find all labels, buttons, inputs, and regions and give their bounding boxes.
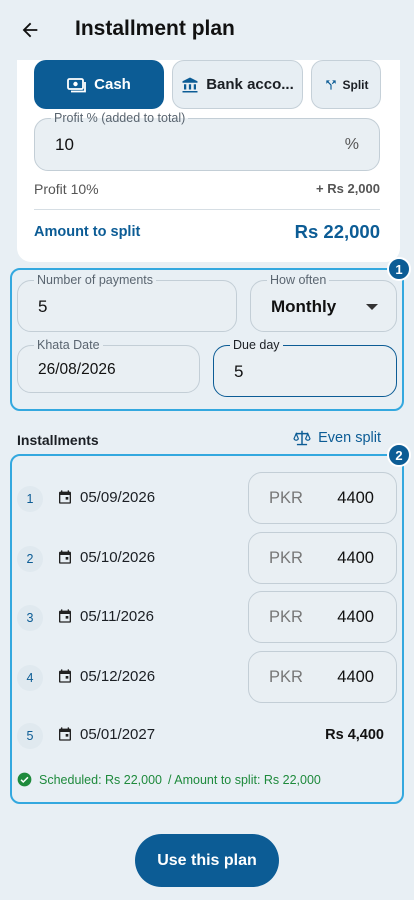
amount-to-split-value: Rs 22,000 bbox=[294, 221, 380, 242]
app-bar: Installment plan bbox=[0, 0, 414, 60]
payment-card: Cash Bank acco... Split Profit % (added … bbox=[17, 54, 400, 262]
scheduled-text: Scheduled: Rs 22,000 bbox=[39, 772, 163, 787]
currency-prefix: PKR bbox=[269, 608, 303, 626]
even-split-label: Even split bbox=[318, 430, 381, 446]
scheduled-summary: Scheduled: Rs 22,000 / Amount to split: … bbox=[17, 772, 321, 787]
calendar-icon bbox=[57, 608, 73, 624]
amount-to-split-text: / Amount to split: Rs 22,000 bbox=[168, 772, 321, 787]
khata-date-field[interactable]: Khata Date 26/08/2026 bbox=[17, 338, 200, 393]
calendar-icon bbox=[57, 549, 73, 565]
bank-icon bbox=[181, 76, 199, 94]
split-icon bbox=[324, 77, 338, 93]
even-split-button[interactable]: Even split bbox=[293, 430, 381, 446]
profit-percent-value: 10 bbox=[55, 135, 74, 154]
annotation-badge-2: 2 bbox=[387, 443, 411, 467]
arrow-left-icon bbox=[22, 22, 38, 38]
payment-option-split[interactable]: Split bbox=[311, 60, 381, 109]
profit-summary-value: + Rs 2,000 bbox=[316, 181, 380, 196]
due-day-field[interactable]: Due day 5 bbox=[213, 338, 397, 397]
calendar-icon bbox=[57, 726, 73, 742]
due-day-label: Due day bbox=[230, 338, 283, 352]
frequency-select[interactable]: How often Monthly bbox=[250, 273, 397, 332]
percent-unit: % bbox=[344, 136, 359, 153]
installment-index: 2 bbox=[17, 546, 43, 572]
installment-index: 5 bbox=[17, 723, 43, 749]
installment-amount-value: 4400 bbox=[337, 549, 374, 567]
installment-amount-field[interactable]: PKR 4400 bbox=[248, 591, 397, 643]
calendar-icon bbox=[57, 668, 73, 684]
installments-title: Installments bbox=[17, 432, 99, 448]
installment-date: 05/12/2026 bbox=[80, 668, 156, 685]
installment-index: 1 bbox=[17, 486, 43, 512]
installment-amount-field[interactable]: PKR 4400 bbox=[248, 472, 397, 524]
divider bbox=[34, 209, 380, 210]
currency-prefix: PKR bbox=[269, 668, 303, 686]
installment-row-final: 5 05/01/2027 Rs 4,400 bbox=[17, 709, 397, 761]
dropdown-caret-icon bbox=[366, 304, 378, 310]
check-circle-icon bbox=[17, 772, 32, 787]
annotation-badge-1: 1 bbox=[387, 257, 411, 281]
number-of-payments-label: Number of payments bbox=[34, 273, 157, 287]
frequency-label: How often bbox=[267, 273, 330, 287]
payment-option-label: Bank acco... bbox=[206, 76, 294, 93]
cash-icon bbox=[67, 77, 87, 93]
installment-amount-field[interactable]: PKR 4400 bbox=[248, 651, 397, 703]
payment-option-cash[interactable]: Cash bbox=[34, 60, 164, 109]
profit-summary-label: Profit 10% bbox=[34, 181, 99, 197]
balance-scale-icon bbox=[293, 430, 311, 446]
payment-option-label: Split bbox=[342, 77, 369, 92]
installment-date: 05/09/2026 bbox=[80, 489, 156, 506]
number-of-payments-field[interactable]: Number of payments 5 bbox=[17, 273, 237, 332]
installment-index: 3 bbox=[17, 605, 43, 631]
back-button[interactable] bbox=[14, 14, 46, 46]
calendar-icon bbox=[57, 489, 73, 505]
installment-date: 05/10/2026 bbox=[80, 549, 156, 566]
currency-prefix: PKR bbox=[269, 489, 303, 507]
amount-to-split-label: Amount to split bbox=[34, 224, 141, 240]
payment-option-bank[interactable]: Bank acco... bbox=[172, 60, 303, 109]
due-day-value: 5 bbox=[234, 362, 244, 381]
installment-row: 2 05/10/2026 PKR 4400 bbox=[17, 532, 397, 584]
number-of-payments-value: 5 bbox=[38, 297, 48, 316]
payment-option-label: Cash bbox=[94, 76, 131, 93]
profit-percent-field[interactable]: Profit % (added to total) 10 % bbox=[34, 111, 380, 171]
installment-index: 4 bbox=[17, 665, 43, 691]
installment-row: 4 05/12/2026 PKR 4400 bbox=[17, 651, 397, 703]
installment-date: 05/01/2027 bbox=[80, 726, 156, 743]
profit-percent-label: Profit % (added to total) bbox=[51, 111, 189, 125]
page-title: Installment plan bbox=[75, 17, 235, 40]
installment-amount-value: 4400 bbox=[337, 608, 374, 626]
use-this-plan-button[interactable]: Use this plan bbox=[135, 834, 279, 887]
installment-row: 1 05/09/2026 PKR 4400 bbox=[17, 472, 397, 524]
currency-prefix: PKR bbox=[269, 549, 303, 567]
final-installment-amount: Rs 4,400 bbox=[325, 727, 384, 743]
installment-amount-value: 4400 bbox=[337, 489, 374, 507]
installment-amount-field[interactable]: PKR 4400 bbox=[248, 532, 397, 584]
installment-row: 3 05/11/2026 PKR 4400 bbox=[17, 591, 397, 643]
installment-date: 05/11/2026 bbox=[80, 608, 154, 625]
khata-date-value: 26/08/2026 bbox=[38, 361, 116, 378]
khata-date-label: Khata Date bbox=[34, 338, 103, 352]
frequency-value: Monthly bbox=[271, 297, 337, 316]
installment-amount-value: 4400 bbox=[337, 668, 374, 686]
